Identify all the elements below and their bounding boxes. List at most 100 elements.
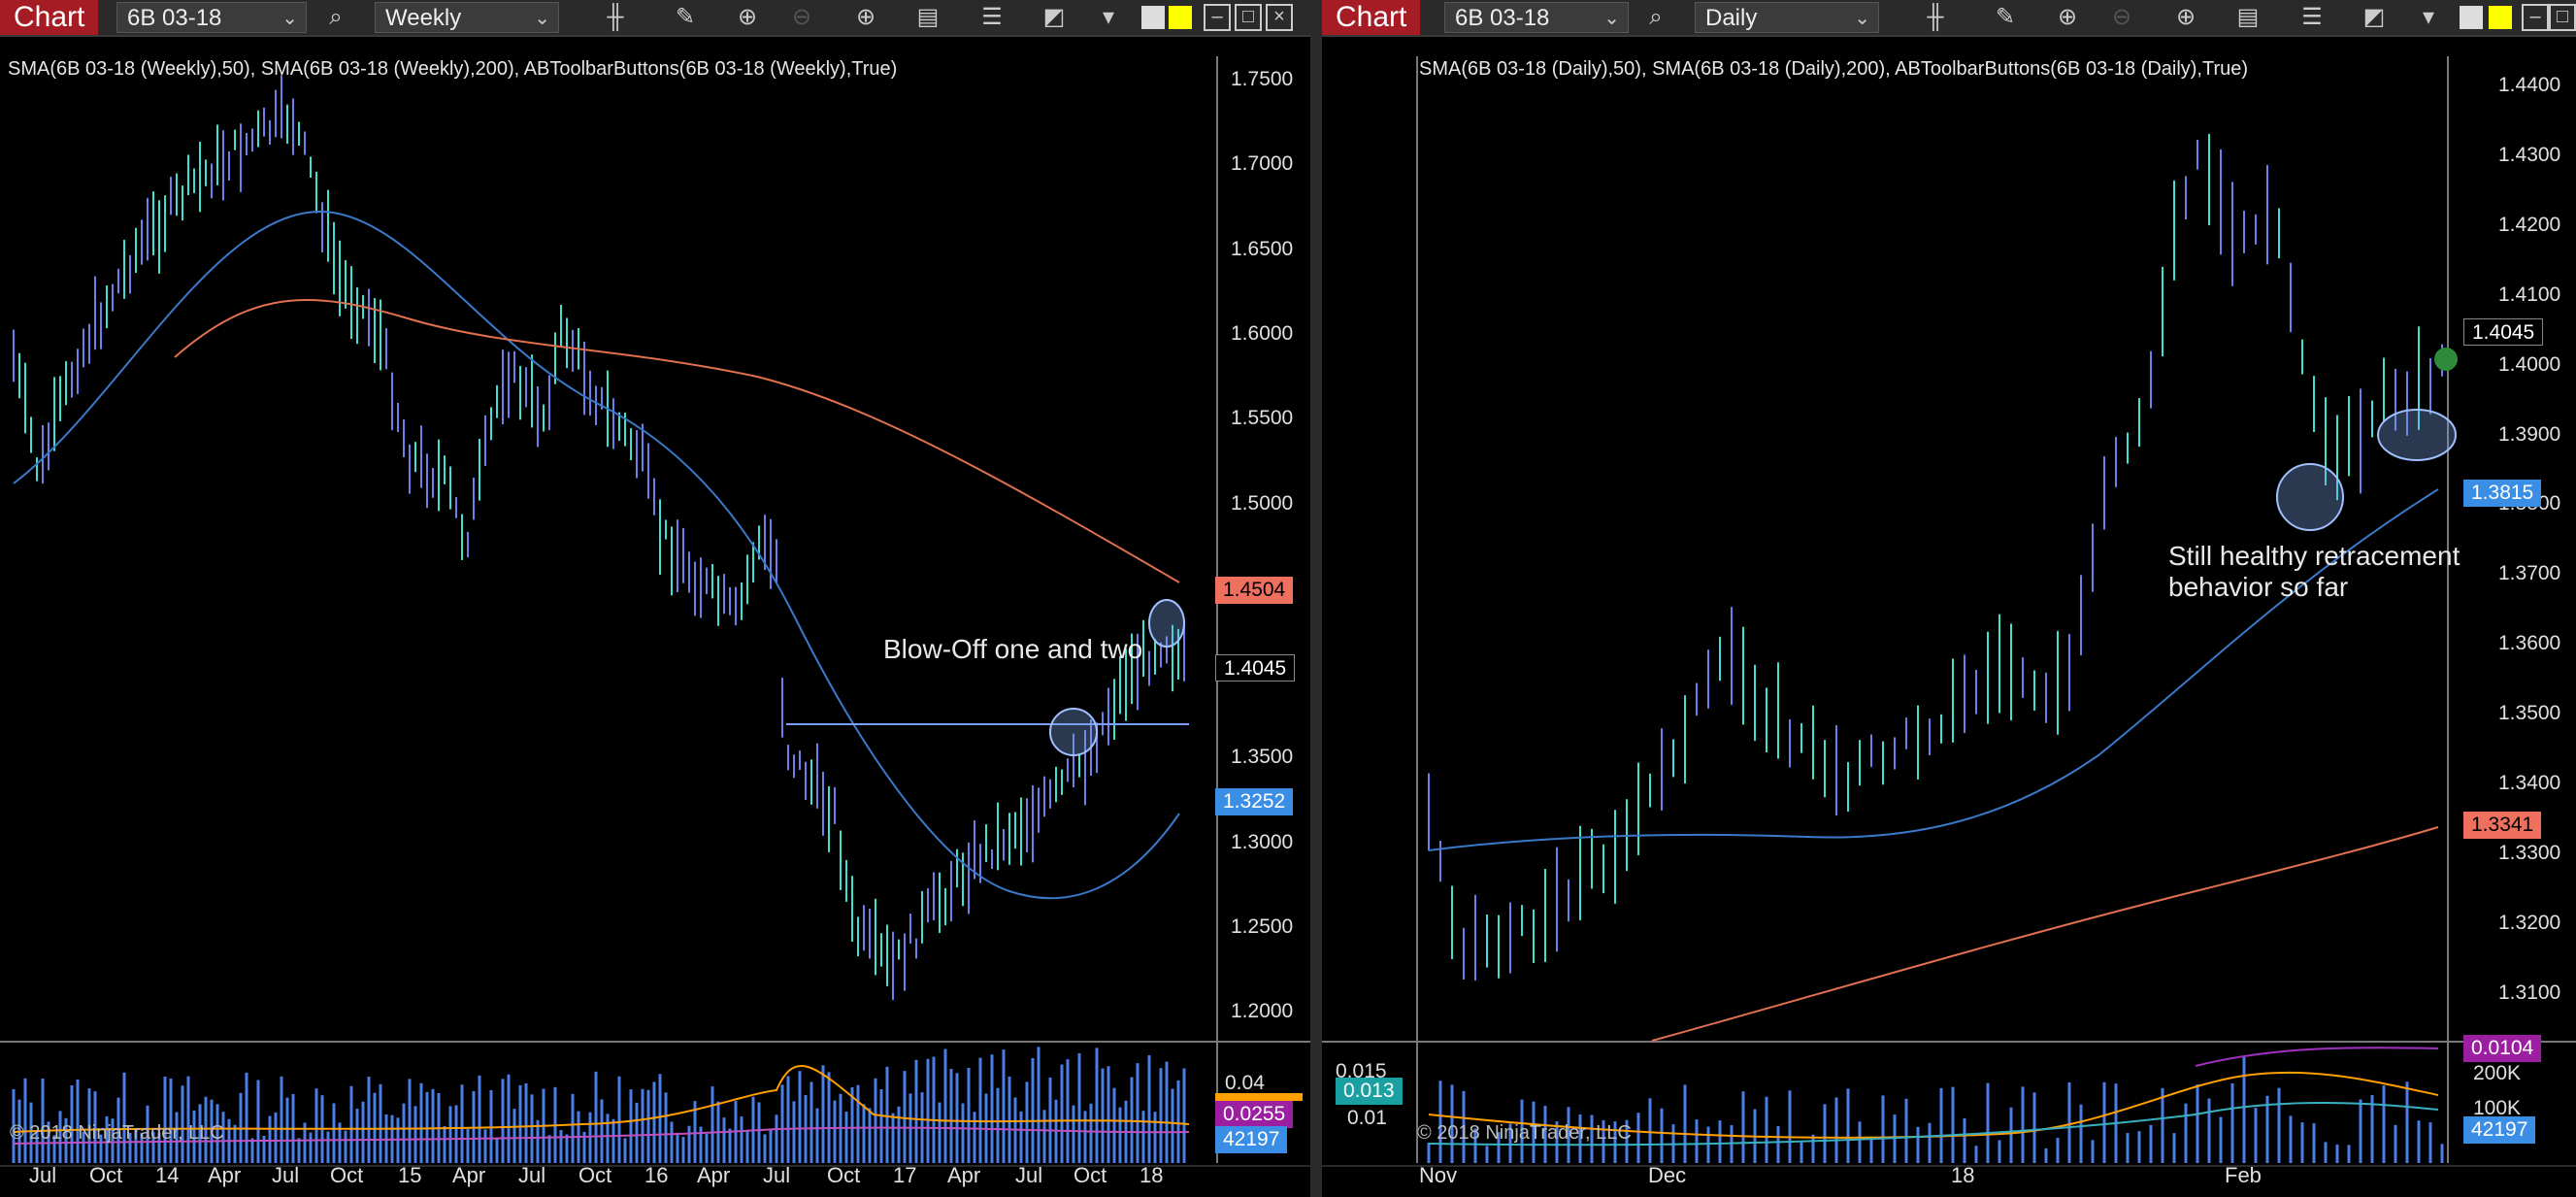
highlight-circle — [1148, 599, 1185, 648]
search-icon[interactable]: ⌕ — [322, 4, 349, 31]
minimize-button[interactable]: – — [1204, 4, 1231, 31]
price-axis-tick: 1.4100 — [2498, 283, 2561, 306]
bar-style-icon[interactable]: ╫ — [602, 4, 629, 31]
chart-tab[interactable]: Chart — [0, 0, 99, 35]
daily-chart-window: Chart 6B 03-18 ⌄ ⌕ Daily ⌄ ╫ ✎ ⊕ ⊖ ⊕ ▤ ☰… — [1322, 0, 2576, 1197]
properties-icon[interactable]: ☰ — [978, 4, 1006, 31]
search-icon[interactable]: ⌕ — [1642, 4, 1669, 31]
price-axis-tick: 1.3000 — [1231, 830, 1294, 853]
dropdown-arrow-icon[interactable]: ▾ — [2415, 4, 2442, 31]
time-axis-label: Jul — [518, 1163, 546, 1187]
copyright-text: © 2018 NinjaTrader, LLC — [10, 1122, 224, 1144]
time-axis-label: Apr — [697, 1163, 731, 1187]
price-axis-tick: 1.3500 — [1231, 746, 1294, 769]
zoom-out-icon[interactable]: ⊖ — [2108, 4, 2135, 31]
close-button[interactable]: × — [1266, 4, 1293, 31]
chart-tab[interactable]: Chart — [1322, 0, 1421, 35]
highlight-circle — [1049, 708, 1098, 756]
price-axis-tick: 1.3900 — [2498, 422, 2561, 446]
period-value: Daily — [1705, 5, 1758, 31]
toolbar-button-marker — [2434, 348, 2458, 371]
price-axis-tick: 1.6000 — [1231, 321, 1294, 345]
price-axis-tick: 1.3200 — [2498, 911, 2561, 934]
time-axis-label: Apr — [452, 1163, 486, 1187]
highlight-circle — [2377, 409, 2457, 461]
period-selector[interactable]: Daily ⌄ — [1695, 2, 1879, 33]
template-icon[interactable]: ◩ — [1040, 4, 1068, 31]
price-axis-tick: 1.3300 — [2498, 841, 2561, 864]
time-axis-label: Jul — [1015, 1163, 1043, 1187]
time-axis-label: Jul — [29, 1163, 57, 1187]
crosshair-icon[interactable]: ⊕ — [2172, 4, 2199, 31]
time-axis-label: Apr — [947, 1163, 981, 1187]
pencil-icon[interactable]: ✎ — [672, 4, 699, 31]
template-icon[interactable]: ◩ — [2361, 4, 2388, 31]
properties-icon[interactable]: ☰ — [2298, 4, 2326, 31]
sma50-price-marker: 1.3252 — [1215, 788, 1294, 815]
data-box-icon[interactable]: ▤ — [914, 4, 941, 31]
price-axis-tick: 1.5500 — [1231, 407, 1294, 430]
dropdown-arrow-icon[interactable]: ▾ — [1095, 4, 1122, 31]
minimize-button[interactable]: – — [2522, 4, 2549, 31]
time-axis-label: Oct — [1073, 1163, 1107, 1187]
instrument-selector[interactable]: 6B 03-18 ⌄ — [116, 2, 307, 33]
chevron-down-icon: ⌄ — [281, 8, 298, 29]
price-axis-tick: 1.6500 — [1231, 237, 1294, 260]
time-axis-label: Jul — [272, 1163, 300, 1187]
instrument-value: 6B 03-18 — [1455, 5, 1550, 31]
highlight-circle — [2276, 463, 2344, 531]
chevron-down-icon: ⌄ — [1603, 8, 1620, 29]
price-axis-tick: 1.3700 — [2498, 562, 2561, 585]
time-axis-label: Oct — [827, 1163, 861, 1187]
period-value: Weekly — [385, 5, 462, 31]
time-axis-label: 17 — [893, 1163, 917, 1187]
annotation-line-2: behavior so far — [2168, 572, 2349, 602]
chevron-down-icon: ⌄ — [1854, 8, 1870, 29]
time-axis-label: Dec — [1648, 1163, 1687, 1187]
sma200-price-marker: 1.4504 — [1215, 577, 1294, 604]
window-divider — [1310, 0, 1322, 1197]
instrument-selector[interactable]: 6B 03-18 ⌄ — [1444, 2, 1629, 33]
white-color-square[interactable] — [1141, 6, 1165, 29]
time-axis-label: Oct — [578, 1163, 612, 1187]
yellow-color-square[interactable] — [1169, 6, 1192, 29]
price-axis-tick: 1.4000 — [2498, 352, 2561, 376]
volume-axis-tick: 200K — [2473, 1062, 2522, 1084]
volume-axis-tick: 0.01 — [1347, 1107, 1387, 1129]
volume-axis-tick: 0.04 — [1225, 1072, 1265, 1094]
time-axis-label: Oct — [89, 1163, 123, 1187]
last-price-marker: 1.4045 — [2463, 318, 2544, 346]
weekly-chart-window: Chart 6B 03-18 ⌄ ⌕ Weekly ⌄ ╫ ✎ ⊕ ⊖ ⊕ ▤ … — [0, 0, 1310, 1197]
price-axis-tick: 1.7500 — [1231, 68, 1294, 90]
time-axis-label: 16 — [644, 1163, 669, 1187]
price-axis-tick: 1.4200 — [2498, 213, 2561, 236]
price-axis-tick: 1.4400 — [2498, 74, 2561, 96]
price-axis-tick: 1.2000 — [1231, 1000, 1294, 1023]
data-box-icon[interactable]: ▤ — [2234, 4, 2262, 31]
time-axis-label: Apr — [208, 1163, 242, 1187]
yellow-color-square[interactable] — [2489, 6, 2512, 29]
price-axis-tick: 1.3600 — [2498, 632, 2561, 655]
copyright-text: © 2018 NinjaTrader, LLC — [1417, 1122, 1632, 1144]
annotation-text: Blow-Off one and two — [883, 634, 1143, 664]
crosshair-icon[interactable]: ⊕ — [852, 4, 879, 31]
time-axis-label: Feb — [2225, 1163, 2262, 1187]
zoom-out-icon[interactable]: ⊖ — [788, 4, 815, 31]
period-selector[interactable]: Weekly ⌄ — [375, 2, 559, 33]
chart-toolbar: Chart 6B 03-18 ⌄ ⌕ Daily ⌄ ╫ ✎ ⊕ ⊖ ⊕ ▤ ☰… — [1322, 0, 2576, 37]
zoom-in-icon[interactable]: ⊕ — [734, 4, 761, 31]
maximize-button[interactable]: □ — [2549, 4, 2576, 31]
pencil-icon[interactable]: ✎ — [1992, 4, 2019, 31]
weekly-price-chart[interactable] — [0, 37, 1310, 1197]
last-price-marker: 1.4045 — [1215, 654, 1296, 682]
bar-style-icon[interactable]: ╫ — [1922, 4, 1949, 31]
volume-purple-line — [2195, 1047, 2439, 1067]
daily-price-chart[interactable] — [1322, 37, 2576, 1197]
annotation-line-1: Still healthy retracement — [2168, 541, 2460, 571]
time-axis-label: 18 — [1139, 1163, 1164, 1187]
volume-marker: 42197 — [1215, 1126, 1288, 1153]
volume-purple-marker: 0.0104 — [2463, 1035, 2542, 1062]
zoom-in-icon[interactable]: ⊕ — [2054, 4, 2081, 31]
maximize-button[interactable]: □ — [1235, 4, 1262, 31]
white-color-square[interactable] — [2460, 6, 2483, 29]
